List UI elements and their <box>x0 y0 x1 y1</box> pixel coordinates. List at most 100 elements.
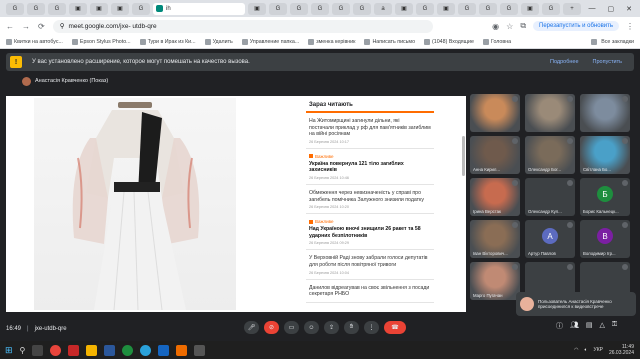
browser-tab[interactable]: G <box>290 2 308 15</box>
emoji-button[interactable]: ☺ <box>304 321 319 334</box>
maximize-icon[interactable]: ▢ <box>608 5 615 13</box>
end-call-button[interactable]: ☎︎ <box>384 321 406 334</box>
browser-tab[interactable]: ▣ <box>437 2 455 15</box>
browser-tab[interactable]: ▣ <box>69 2 87 15</box>
details-link[interactable]: Подробнее <box>550 59 579 65</box>
browser-tab[interactable]: ▣ <box>521 2 539 15</box>
reload-icon[interactable]: ⟳ <box>38 22 45 31</box>
explorer-icon[interactable] <box>86 344 98 356</box>
participant-tile[interactable] <box>525 94 575 132</box>
browser-tab[interactable]: G <box>6 2 24 15</box>
participant-tile[interactable]: Анна Кирил... <box>470 136 520 174</box>
participant-tile[interactable]: Світлана Бо... <box>580 136 630 174</box>
search-icon[interactable]: ⚲ <box>20 346 26 355</box>
news-title[interactable]: Україна повернула 121 тіло загиблих захи… <box>309 161 431 174</box>
star-icon[interactable]: ☆ <box>506 22 513 31</box>
app-icon-dark[interactable] <box>194 344 206 356</box>
bookmark-item[interactable]: Тури в Ирак из Ки... <box>139 38 196 45</box>
windows-start-icon[interactable]: ⊞ <box>5 345 13 356</box>
clock[interactable]: 11:49 26.03.2024 <box>609 344 634 356</box>
browser-tab[interactable]: G <box>542 2 560 15</box>
volume-icon[interactable]: 🔈︎ <box>585 347 588 353</box>
info-icon[interactable]: ⓘ <box>556 321 563 331</box>
more-options-button[interactable]: ⋮ <box>364 321 379 334</box>
bookmark-item[interactable]: Удалить <box>204 38 233 45</box>
skip-link[interactable]: Пропустить <box>593 59 622 65</box>
activities-icon[interactable]: △ <box>600 321 605 331</box>
browser-tab-active[interactable]: ih <box>153 2 245 15</box>
camera-icon[interactable]: ◉ <box>492 22 499 31</box>
present-button[interactable]: ⇪ <box>324 321 339 334</box>
bookmark-item[interactable]: Epson Stylus Photo... <box>71 38 131 45</box>
news-title[interactable]: Данилов відреагував на своє звільнення з… <box>309 285 431 298</box>
camera-off-button[interactable]: ⊘ <box>264 321 279 334</box>
browser-tab[interactable]: G <box>132 2 150 15</box>
minimize-icon[interactable]: — <box>589 5 596 13</box>
browser-tab[interactable]: G <box>332 2 350 15</box>
news-item[interactable]: У Верховній Раді знову забрали голоси де… <box>306 250 434 280</box>
all-bookmarks[interactable]: Все закладки <box>591 38 634 45</box>
bookmark-item[interactable]: Написать письмо <box>364 38 415 45</box>
telegram-icon[interactable] <box>140 344 152 356</box>
participant-tile[interactable]: Олександр Бог... <box>525 136 575 174</box>
bookmark-item[interactable]: Головна <box>482 38 511 45</box>
bookmark-item[interactable]: (1048) Входящие <box>424 38 474 45</box>
news-item[interactable]: Данилов відреагував на своє звільнення з… <box>306 280 434 303</box>
news-item[interactable]: Важливе Україна повернула 121 тіло загибл… <box>306 149 434 185</box>
mic-button[interactable]: 🎤︎ <box>244 321 259 334</box>
browser-tab[interactable]: + <box>563 2 581 15</box>
menu-icon[interactable]: ⋮ <box>626 22 634 31</box>
scrollbar[interactable] <box>462 136 465 176</box>
app-icon-red[interactable] <box>68 344 80 356</box>
task-view-icon[interactable] <box>32 344 44 356</box>
back-icon[interactable]: ← <box>6 22 14 31</box>
news-item[interactable]: На Житомирщині загинули дільни, які пост… <box>306 113 434 149</box>
bookmark-item[interactable]: зменка керівник <box>308 38 355 45</box>
news-title[interactable]: У Верховній Раді знову забрали голоси де… <box>309 255 431 268</box>
lock-icon[interactable]: ⚿ <box>612 321 617 331</box>
participant-tile[interactable]: Олександр Кул... <box>525 178 575 216</box>
site-info-icon[interactable]: ⚲ <box>60 22 65 30</box>
close-icon[interactable]: ✕ <box>626 5 632 13</box>
chrome-taskbar-icon[interactable] <box>50 344 62 356</box>
browser-tab[interactable]: G <box>458 2 476 15</box>
bookmark-item[interactable]: Квитки на автобус... <box>6 38 63 45</box>
browser-tab[interactable]: a <box>374 2 392 15</box>
browser-tab[interactable]: G <box>27 2 45 15</box>
browser-icon-green[interactable] <box>122 344 134 356</box>
url-field[interactable]: ⚲ meet.google.com/jxe- utdb-qre <box>52 19 433 33</box>
people-icon[interactable]: 👥︎ <box>570 321 579 331</box>
extensions-icon[interactable]: ⧉ <box>520 21 526 31</box>
app-icon-orange[interactable] <box>176 344 188 356</box>
browser-tab[interactable]: ▣ <box>248 2 266 15</box>
news-title[interactable]: Над Україною вночі знищили 26 ракет та 5… <box>309 226 431 239</box>
news-item[interactable]: Важливе Над Україною вночі знищили 26 рак… <box>306 214 434 251</box>
app-icon-blue[interactable] <box>158 344 170 356</box>
participant-tile[interactable]: Іван Вікторович... <box>470 220 520 258</box>
participant-tile[interactable]: Ірина Верстак <box>470 178 520 216</box>
chat-icon[interactable]: ▤ <box>586 321 593 331</box>
word-icon[interactable] <box>104 344 116 356</box>
participant-tile[interactable]: А Артур Павлов <box>525 220 575 258</box>
participant-tile[interactable] <box>580 94 630 132</box>
participant-tile[interactable] <box>470 94 520 132</box>
browser-tab[interactable]: G <box>269 2 287 15</box>
browser-tab[interactable]: G <box>311 2 329 15</box>
news-title[interactable]: Обмеження через невизначеність у справі … <box>309 190 431 203</box>
update-button[interactable]: Перезапустить и обновить <box>533 21 619 31</box>
participant-tile[interactable]: В Володимир Ігр... <box>580 220 630 258</box>
keyboard-language[interactable]: УКР <box>594 347 603 353</box>
browser-tab[interactable]: ▣ <box>90 2 108 15</box>
bookmark-item[interactable]: Управление папка... <box>241 38 299 45</box>
browser-tab[interactable]: ▣ <box>395 2 413 15</box>
captions-button[interactable]: ▭ <box>284 321 299 334</box>
browser-tab[interactable]: G <box>416 2 434 15</box>
news-title[interactable]: На Житомирщині загинули дільни, які пост… <box>309 118 431 138</box>
forward-icon[interactable]: → <box>22 22 30 31</box>
wifi-icon[interactable]: ◠ <box>574 347 578 353</box>
browser-tab[interactable]: G <box>353 2 371 15</box>
participant-tile[interactable]: Б Борис Кальнецк... <box>580 178 630 216</box>
browser-tab[interactable]: G <box>500 2 518 15</box>
browser-tab[interactable]: ▣ <box>111 2 129 15</box>
browser-tab[interactable]: G <box>479 2 497 15</box>
